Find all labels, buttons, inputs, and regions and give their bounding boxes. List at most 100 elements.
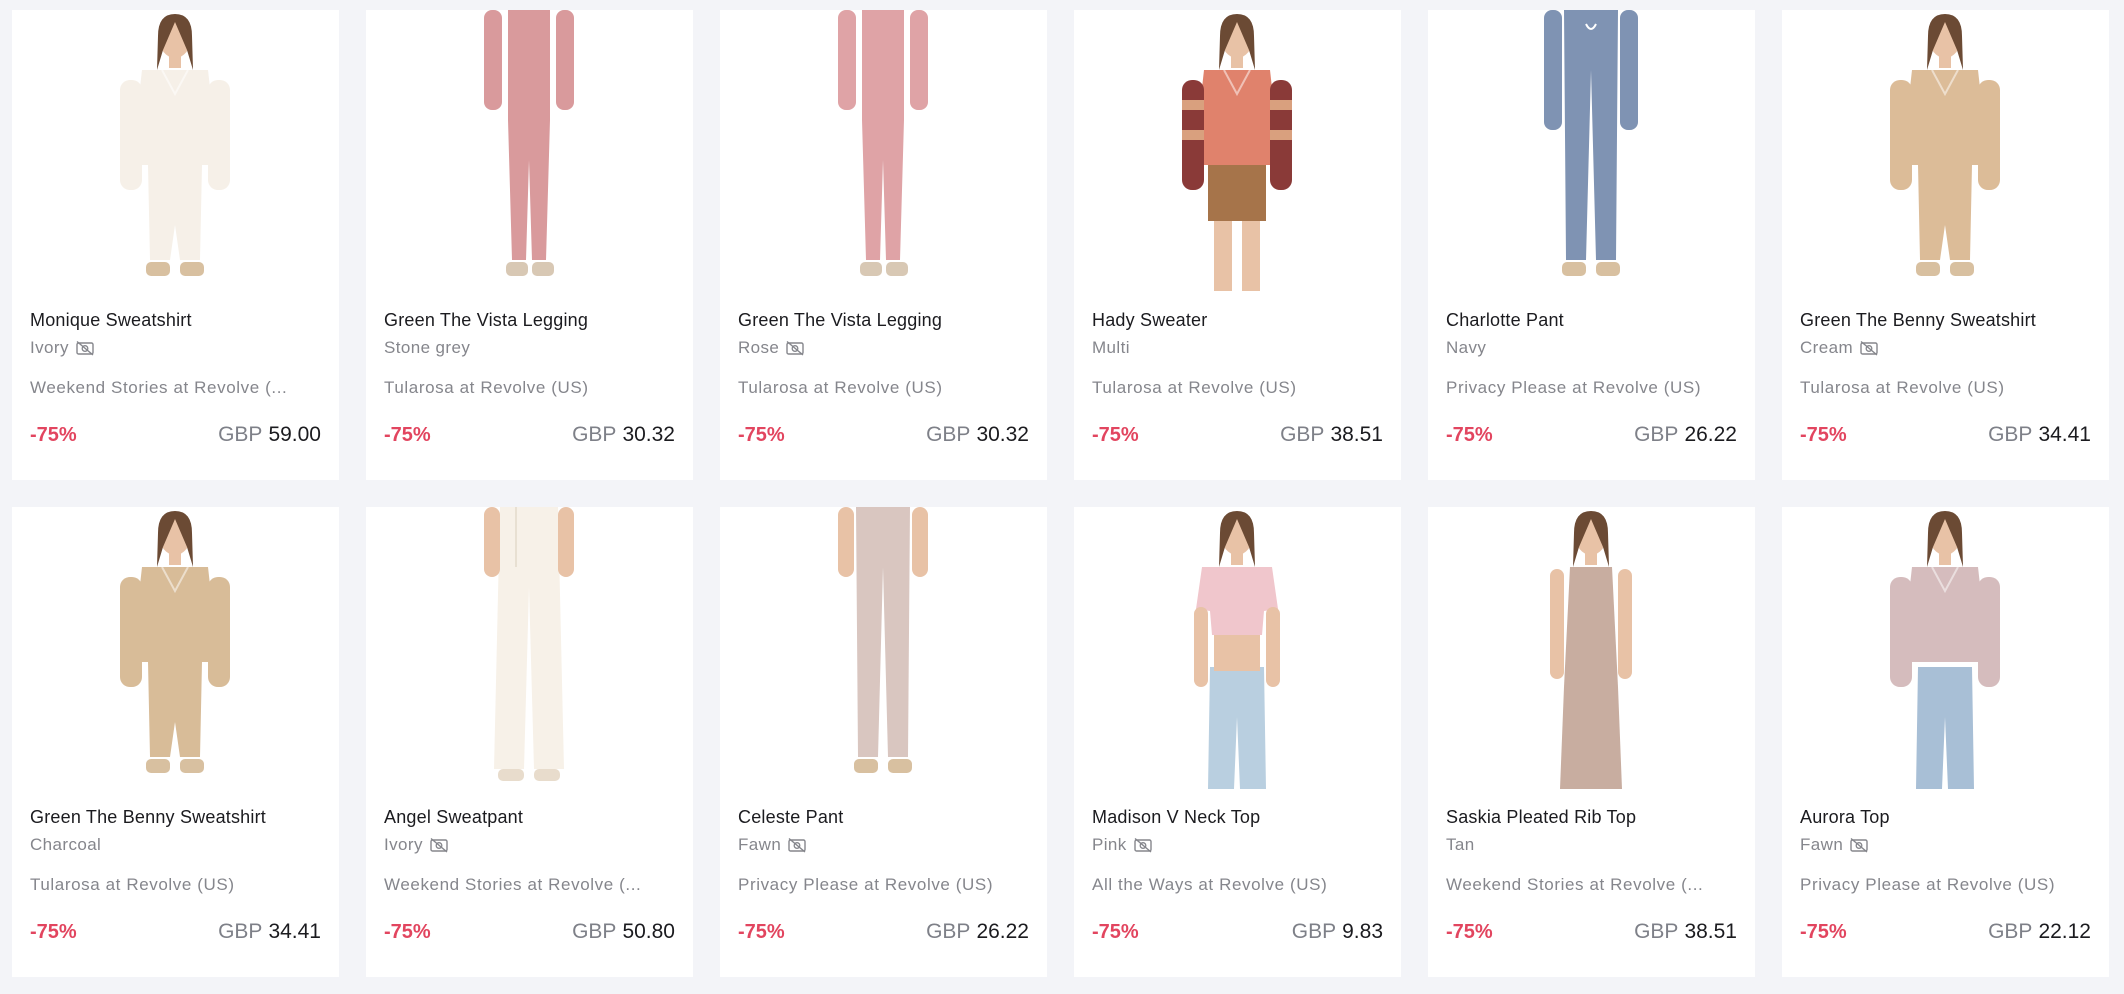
price-currency: GBP <box>572 920 617 943</box>
product-image[interactable] <box>1428 10 1755 292</box>
product-seller: Tularosa at Revolve (US) <box>738 378 943 397</box>
product-image[interactable] <box>366 507 693 789</box>
product-color: Fawn <box>1800 835 1844 854</box>
price-amount: 38.51 <box>1684 920 1737 943</box>
product-price: GBP 59.00 <box>218 423 321 447</box>
product-image[interactable] <box>1074 10 1401 292</box>
product-price: GBP 34.41 <box>1988 423 2091 447</box>
discount-badge: -75% <box>30 921 77 943</box>
product-card[interactable]: Hady Sweater Multi Tularosa at Revolve (US… <box>1074 10 1401 480</box>
no-photo-icon <box>785 340 805 356</box>
product-image[interactable] <box>12 10 339 292</box>
price-amount: 38.51 <box>1330 423 1383 446</box>
no-photo-icon <box>75 340 95 356</box>
product-price: GBP 38.51 <box>1280 423 1383 447</box>
price-currency: GBP <box>1988 920 2033 943</box>
product-price: GBP 30.32 <box>572 423 675 447</box>
product-name[interactable]: Aurora Top <box>1800 807 2095 828</box>
product-name[interactable]: Saskia Pleated Rib Top <box>1446 807 1741 828</box>
discount-badge: -75% <box>738 424 785 446</box>
product-card[interactable]: Saskia Pleated Rib Top Tan Weekend Stories… <box>1428 507 1755 977</box>
product-color-row: Fawn <box>1800 835 1869 855</box>
product-color: Charcoal <box>30 835 102 854</box>
product-card[interactable]: Green The Benny Sweatshirt Cream Tularosa … <box>1782 10 2109 480</box>
product-price: GBP 26.22 <box>926 920 1029 944</box>
product-color: Tan <box>1446 835 1475 854</box>
price-currency: GBP <box>218 920 263 943</box>
product-name[interactable]: Hady Sweater <box>1092 310 1387 331</box>
price-currency: GBP <box>1634 423 1679 446</box>
product-image[interactable] <box>720 507 1047 789</box>
price-currency: GBP <box>1280 423 1325 446</box>
discount-badge: -75% <box>1800 921 1847 943</box>
product-card[interactable]: Green The Benny Sweatshirt Charcoal Tularo… <box>12 507 339 977</box>
price-currency: GBP <box>926 423 971 446</box>
discount-badge: -75% <box>1092 921 1139 943</box>
discount-badge: -75% <box>30 424 77 446</box>
price-amount: 30.32 <box>976 423 1029 446</box>
product-color: Navy <box>1446 338 1487 357</box>
product-image[interactable] <box>1074 507 1401 789</box>
product-name[interactable]: Green The Vista Legging <box>738 310 1033 331</box>
product-name[interactable]: Green The Benny Sweatshirt <box>1800 310 2095 331</box>
discount-badge: -75% <box>1092 424 1139 446</box>
product-name[interactable]: Madison V Neck Top <box>1092 807 1387 828</box>
discount-badge: -75% <box>1446 921 1493 943</box>
product-seller: Weekend Stories at Revolve (... <box>30 378 288 397</box>
product-card[interactable]: Green The Vista Legging Stone grey Tularos… <box>366 10 693 480</box>
product-color-row: Fawn <box>738 835 807 855</box>
price-amount: 59.00 <box>268 423 321 446</box>
price-amount: 9.83 <box>1342 920 1383 943</box>
product-color-row: Tan <box>1446 835 1475 855</box>
product-color: Pink <box>1092 835 1127 854</box>
product-card[interactable]: Celeste Pant Fawn Privacy Please at Revolv… <box>720 507 1047 977</box>
product-image[interactable] <box>1428 507 1755 789</box>
product-name[interactable]: Celeste Pant <box>738 807 1033 828</box>
product-name[interactable]: Monique Sweatshirt <box>30 310 325 331</box>
product-seller: Tularosa at Revolve (US) <box>1800 378 2005 397</box>
product-image[interactable] <box>12 507 339 789</box>
discount-badge: -75% <box>384 424 431 446</box>
price-currency: GBP <box>1634 920 1679 943</box>
product-seller: Privacy Please at Revolve (US) <box>1800 875 2056 894</box>
product-card[interactable]: Angel Sweatpant Ivory Weekend Stories at R… <box>366 507 693 977</box>
product-color-row: Stone grey <box>384 338 470 358</box>
product-seller: Weekend Stories at Revolve (... <box>1446 875 1704 894</box>
product-seller: Privacy Please at Revolve (US) <box>738 875 994 894</box>
product-price: GBP 34.41 <box>218 920 321 944</box>
no-photo-icon <box>1849 837 1869 853</box>
product-name[interactable]: Charlotte Pant <box>1446 310 1741 331</box>
product-grid: Monique Sweatshirt Ivory Weekend Stories a… <box>12 10 2109 977</box>
product-image[interactable] <box>720 10 1047 292</box>
product-color: Ivory <box>30 338 69 357</box>
price-amount: 26.22 <box>976 920 1029 943</box>
product-color-row: Pink <box>1092 835 1153 855</box>
product-card[interactable]: Madison V Neck Top Pink All the Ways at Re… <box>1074 507 1401 977</box>
product-color: Ivory <box>384 835 423 854</box>
product-price: GBP 38.51 <box>1634 920 1737 944</box>
product-card[interactable]: Green The Vista Legging Rose Tularosa at R… <box>720 10 1047 480</box>
product-color: Multi <box>1092 338 1130 357</box>
product-name[interactable]: Angel Sweatpant <box>384 807 679 828</box>
product-price: GBP 50.80 <box>572 920 675 944</box>
price-amount: 50.80 <box>622 920 675 943</box>
product-color-row: Ivory <box>30 338 95 358</box>
product-image[interactable] <box>366 10 693 292</box>
product-price: GBP 9.83 <box>1292 920 1383 944</box>
product-color-row: Cream <box>1800 338 1879 358</box>
product-seller: Privacy Please at Revolve (US) <box>1446 378 1702 397</box>
no-photo-icon <box>429 837 449 853</box>
product-image[interactable] <box>1782 10 2109 292</box>
product-color-row: Rose <box>738 338 805 358</box>
price-amount: 22.12 <box>2038 920 2091 943</box>
product-seller: Weekend Stories at Revolve (... <box>384 875 642 894</box>
product-card[interactable]: Monique Sweatshirt Ivory Weekend Stories a… <box>12 10 339 480</box>
product-card[interactable]: Aurora Top Fawn Privacy Please at Revolve … <box>1782 507 2109 977</box>
product-name[interactable]: Green The Benny Sweatshirt <box>30 807 325 828</box>
product-name[interactable]: Green The Vista Legging <box>384 310 679 331</box>
product-seller: All the Ways at Revolve (US) <box>1092 875 1328 894</box>
discount-badge: -75% <box>1800 424 1847 446</box>
price-amount: 34.41 <box>268 920 321 943</box>
product-image[interactable] <box>1782 507 2109 789</box>
product-card[interactable]: Charlotte Pant Navy Privacy Please at Revo… <box>1428 10 1755 480</box>
